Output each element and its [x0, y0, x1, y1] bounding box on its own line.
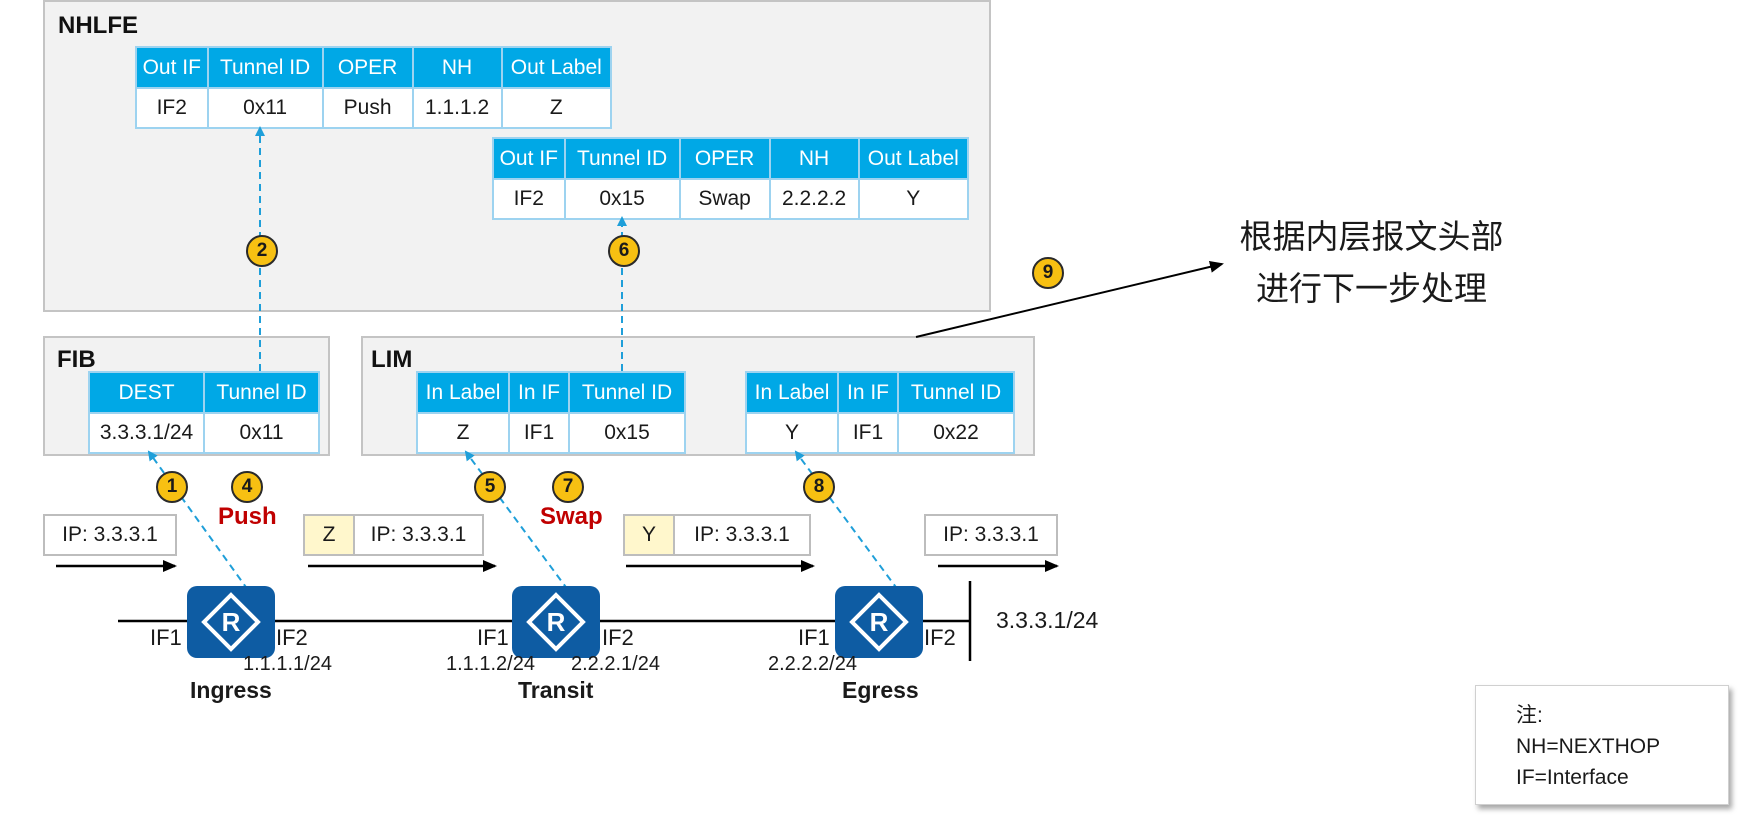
interface-label: IF2	[276, 625, 308, 650]
inner-process-text: 根据内层报文头部 进行下一步处理	[1234, 211, 1509, 315]
operation-label-push: Push	[218, 503, 277, 530]
packet-ip-header: IP: 3.3.3.1	[694, 523, 790, 546]
packet-mpls-label: Y	[625, 516, 675, 554]
router-name: Ingress	[190, 677, 272, 703]
step-badge: 4	[231, 471, 263, 503]
interface-label: IF1	[477, 625, 509, 650]
step-badge: 9	[1032, 257, 1064, 289]
packet-ip-header: IP: 3.3.3.1	[62, 523, 158, 546]
router-name: Egress	[842, 677, 919, 703]
interface-address: 2.2.2.1/24	[571, 653, 660, 675]
operation-label-swap: Swap	[540, 503, 603, 530]
packet-egress-out: IP: 3.3.3.1	[924, 514, 1058, 556]
step-badge: 8	[803, 471, 835, 503]
router-transit: R	[512, 586, 600, 658]
destination-network: 3.3.3.1/24	[996, 607, 1099, 633]
interface-label: IF2	[924, 625, 956, 650]
note-line: IF=Interface	[1516, 766, 1629, 789]
router-icon: R	[526, 592, 586, 652]
svg-text:R: R	[547, 607, 566, 637]
router-name: Transit	[518, 677, 594, 703]
interface-label: IF1	[798, 625, 830, 650]
packet-ip-header: IP: 3.3.3.1	[370, 523, 467, 546]
router-icon: R	[201, 592, 261, 652]
router-icon: R	[849, 592, 909, 652]
router-ingress: R	[187, 586, 275, 658]
svg-text:R: R	[870, 607, 889, 637]
step-badge: 1	[156, 471, 188, 503]
svg-text:R: R	[222, 607, 241, 637]
packet-mpls-label: Z	[305, 516, 355, 554]
interface-address: 1.1.1.1/24	[243, 653, 332, 675]
interface-label: IF2	[602, 625, 634, 650]
step-badge: 7	[552, 471, 584, 503]
step-badge: 6	[608, 235, 640, 267]
interface-label: IF1	[150, 625, 182, 650]
router-egress: R	[835, 586, 923, 658]
arrow-right-icon	[915, 260, 1224, 338]
interface-address: 1.1.1.2/24	[446, 653, 535, 675]
packet-labeled-z: Z IP: 3.3.3.1	[303, 514, 484, 556]
inner-process-line: 根据内层报文头部	[1239, 217, 1504, 256]
step-badge: 2	[246, 235, 278, 267]
packet-ip-header: IP: 3.3.3.1	[943, 523, 1039, 546]
interface-address: 2.2.2.2/24	[768, 653, 857, 675]
packet-labeled-y: Y IP: 3.3.3.1	[623, 514, 811, 556]
note-line: NH=NEXTHOP	[1516, 735, 1661, 758]
legend-note: 注: NH=NEXTHOP IF=Interface	[1475, 685, 1729, 805]
packet-ingress-in: IP: 3.3.3.1	[43, 514, 177, 556]
inner-process-line: 进行下一步处理	[1256, 269, 1487, 308]
step-badge: 5	[474, 471, 506, 503]
note-title: 注:	[1516, 704, 1543, 727]
